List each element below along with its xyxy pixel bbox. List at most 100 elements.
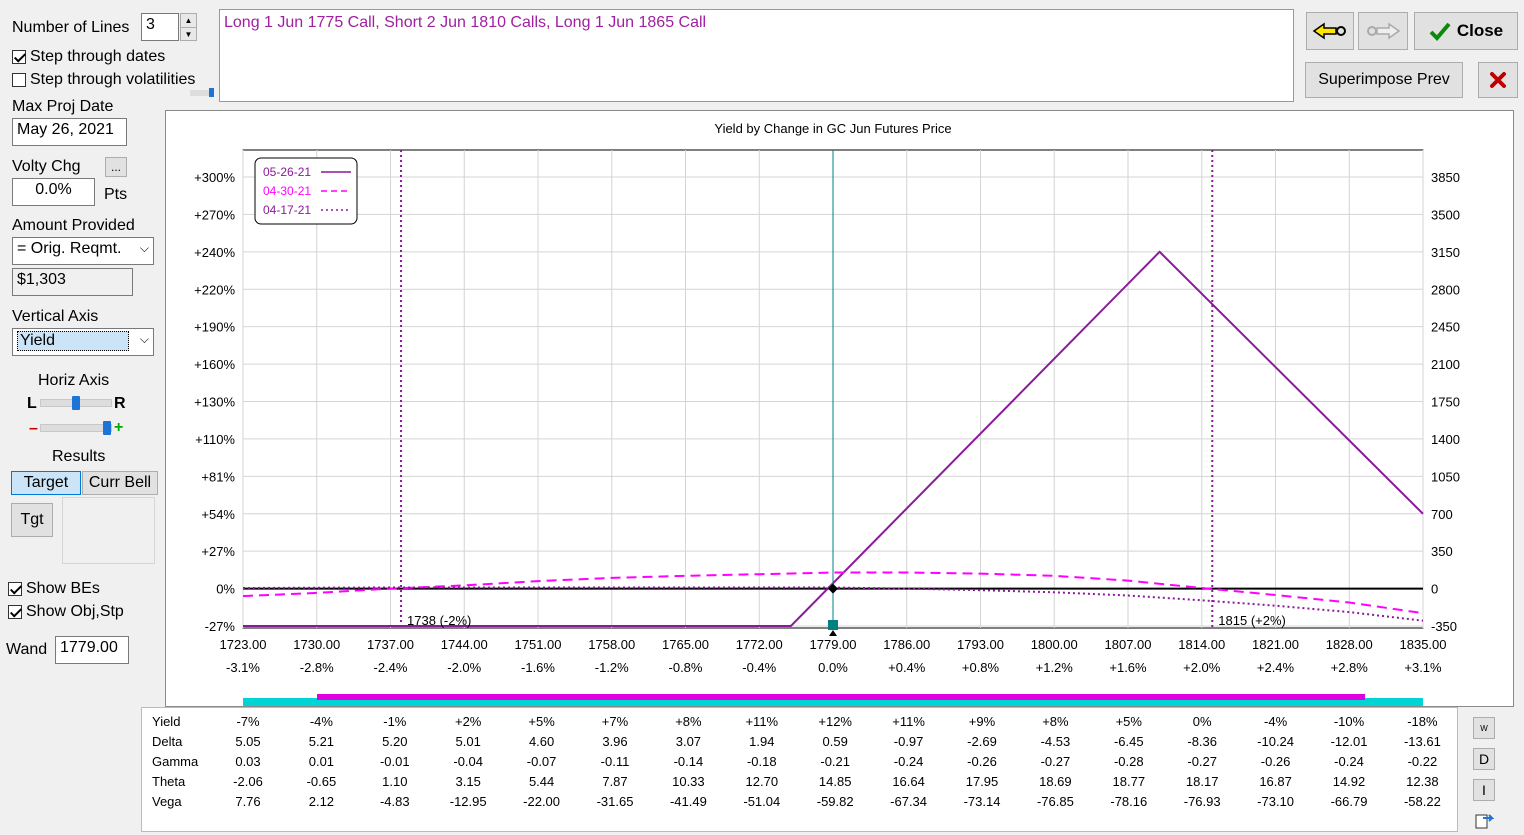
- x-pct-tick-label: +3.1%: [1404, 660, 1442, 675]
- table-cell: -6.45: [1113, 734, 1144, 749]
- chevron-down-icon[interactable]: ⌵: [140, 241, 149, 256]
- show-obj-checkbox[interactable]: Show Obj,Stp: [8, 603, 124, 621]
- table-w-button[interactable]: W: [1473, 717, 1495, 739]
- x-pct-tick-label: -1.2%: [595, 660, 629, 675]
- table-cell: -4%: [1264, 714, 1288, 729]
- strategy-description[interactable]: Long 1 Jun 1775 Call, Short 2 Jun 1810 C…: [219, 9, 1294, 102]
- range-bar-magenta: [317, 694, 1365, 700]
- back-button[interactable]: [1306, 12, 1354, 50]
- horiz-axis-thumb[interactable]: [72, 396, 80, 410]
- table-cell: 5.01: [455, 734, 481, 749]
- current-price-pointer: [829, 630, 837, 636]
- table-cell: -8.36: [1187, 734, 1217, 749]
- table-d-button[interactable]: D: [1473, 748, 1495, 770]
- table-cell: 16.87: [1259, 774, 1292, 789]
- number-of-lines-label: Number of Lines: [12, 19, 130, 36]
- spin-up-icon[interactable]: ▲: [181, 14, 196, 27]
- table-cell: 18.17: [1185, 774, 1219, 789]
- show-bes-checkbox[interactable]: Show BEs: [8, 580, 100, 598]
- volty-chg-unit: Pts: [104, 186, 128, 203]
- superimpose-prev-button[interactable]: Superimpose Prev: [1305, 62, 1463, 98]
- y-left-tick-label: +27%: [201, 544, 235, 559]
- table-cell: 0.59: [822, 734, 848, 749]
- amount-provided-value: = Orig. Reqmt.: [17, 240, 122, 257]
- table-cell: 5.20: [382, 734, 408, 749]
- max-proj-date-label: Max Proj Date: [12, 98, 114, 115]
- table-cell: -2.69: [967, 734, 997, 749]
- x-pct-tick-label: -1.6%: [521, 660, 555, 675]
- amount-provided-select[interactable]: = Orig. Reqmt. ⌵: [12, 237, 154, 265]
- horiz-r-label: R: [114, 395, 126, 412]
- table-cell: 14.92: [1332, 774, 1366, 789]
- yield-chart[interactable]: Yield by Change in GC Jun Futures Price …: [166, 111, 1513, 706]
- table-row-label: Yield: [152, 714, 181, 729]
- y-left-tick-label: +240%: [194, 245, 235, 260]
- close-button[interactable]: Close: [1414, 12, 1518, 50]
- checkbox-icon[interactable]: [8, 605, 22, 619]
- target-tab[interactable]: Target: [11, 471, 81, 495]
- checkmark-icon: [1429, 22, 1451, 41]
- y-right-tick-label: 3150: [1431, 245, 1460, 260]
- checkbox-icon[interactable]: [12, 50, 26, 64]
- table-cell: +7%: [601, 714, 629, 729]
- y-right-tick-label: 2800: [1431, 282, 1460, 297]
- number-of-lines-input[interactable]: 3: [141, 13, 179, 41]
- volty-chg-more-button[interactable]: ...: [105, 157, 127, 177]
- table-cell: -73.10: [1257, 794, 1295, 809]
- x-tick-label: 1807.00: [1105, 637, 1152, 652]
- vertical-axis-select[interactable]: Yield ⌵: [12, 328, 154, 356]
- y-left-tick-label: 0%: [216, 582, 235, 597]
- table-cell: +11%: [892, 714, 925, 729]
- greeks-table: Yield -7% -4% -1% +2% +5% +7% +8% +11% +12% +11% +9…: [141, 707, 1458, 832]
- zoom-minus-label: –: [29, 420, 38, 437]
- y-right-tick-label: 1400: [1431, 432, 1460, 447]
- y-left-tick-label: -27%: [205, 619, 236, 634]
- table-cell: -13.61: [1403, 734, 1441, 749]
- vol-step-slider[interactable]: [190, 88, 214, 97]
- curr-bell-tab[interactable]: Curr Bell: [82, 471, 158, 495]
- table-cell: -78.16: [1110, 794, 1148, 809]
- table-cell: 5.05: [235, 734, 261, 749]
- table-w-label: W: [1480, 723, 1488, 733]
- spin-down-icon[interactable]: ▼: [181, 27, 196, 40]
- arrow-right-icon: [1367, 22, 1401, 40]
- table-cell: 5.21: [308, 734, 335, 749]
- y-left-tick-label: +220%: [194, 282, 235, 297]
- y-left-tick-label: +130%: [194, 395, 235, 410]
- x-tick-label: 1786.00: [883, 637, 930, 652]
- forward-button[interactable]: [1358, 12, 1408, 50]
- x-tick-label: 1772.00: [736, 637, 783, 652]
- export-icon[interactable]: [1474, 810, 1496, 830]
- tgt-button[interactable]: Tgt: [11, 503, 53, 537]
- table-cell: -22.00: [523, 794, 561, 809]
- table-row: Vega 7.76 2.12 -4.83 -12.95 -22.00 -31.65 -41.4…: [142, 794, 1457, 814]
- max-proj-date-input[interactable]: May 26, 2021: [12, 118, 127, 146]
- close-label: Close: [1456, 21, 1504, 40]
- table-cell: 4.60: [528, 734, 555, 749]
- table-cell: -51.04: [743, 794, 781, 809]
- wand-input[interactable]: 1779.00: [55, 636, 129, 664]
- chevron-down-icon[interactable]: ⌵: [140, 332, 149, 347]
- table-cell: -0.97: [893, 734, 924, 749]
- slider-thumb[interactable]: [209, 88, 214, 97]
- zoom-slider[interactable]: [40, 424, 112, 432]
- checkbox-icon[interactable]: [12, 73, 26, 87]
- step-dates-checkbox[interactable]: Step through dates: [12, 48, 165, 66]
- table-cell: -31.65: [596, 794, 634, 809]
- number-of-lines-spinner[interactable]: ▲ ▼: [180, 13, 197, 41]
- x-tick-label: 1814.00: [1178, 637, 1225, 652]
- cancel-button[interactable]: [1478, 62, 1518, 98]
- y-right-tick-label: 2450: [1431, 320, 1460, 335]
- table-cell: -0.04: [453, 754, 483, 769]
- y-left-tick-label: +81%: [201, 469, 235, 484]
- step-vols-checkbox[interactable]: Step through volatilities: [12, 71, 195, 89]
- show-obj-label: Show Obj,Stp: [26, 603, 124, 620]
- chart-legend: 05-26-21 04-30-21 04-17-21: [254, 157, 358, 225]
- x-pct-tick-label: -0.8%: [669, 660, 703, 675]
- amount-value: $1,303: [12, 268, 133, 296]
- zoom-thumb[interactable]: [103, 421, 111, 435]
- volty-chg-input[interactable]: 0.0%: [12, 178, 95, 206]
- y-right-tick-label: 3850: [1431, 170, 1460, 185]
- table-i-button[interactable]: I: [1473, 779, 1495, 801]
- checkbox-icon[interactable]: [8, 582, 22, 596]
